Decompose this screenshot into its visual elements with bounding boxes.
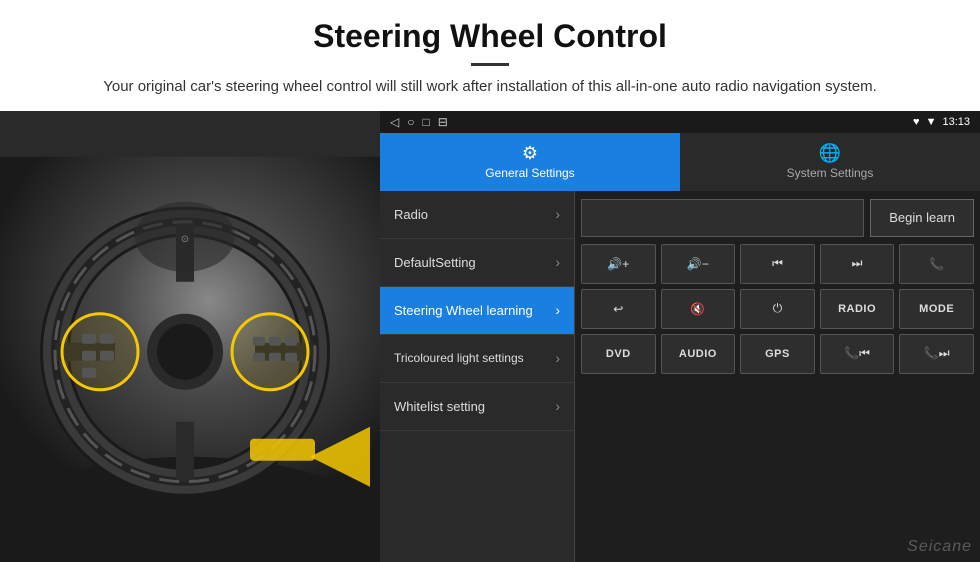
android-panel: ◁ ○ □ ⊟ ♥ ▼ 13:13 ⚙ General Settings (380, 111, 980, 562)
location-icon: ♥ (913, 116, 920, 128)
chevron-icon: › (555, 350, 560, 366)
status-bar-right: ♥ ▼ 13:13 (913, 116, 970, 128)
hang-up-icon: ↩ (613, 302, 623, 316)
menu-item-tricoloured[interactable]: Tricoloured light settings › (380, 335, 574, 383)
tab-system-settings[interactable]: 🌐 System Settings (680, 133, 980, 191)
phone-button[interactable]: 📞 (899, 244, 974, 284)
next-track-icon: ⏭ (852, 256, 863, 271)
prev-track-button[interactable]: ⏮ (740, 244, 815, 284)
page-container: Steering Wheel Control Your original car… (0, 0, 980, 562)
phone-prev-icon: 📞⏮ (844, 346, 870, 361)
dvd-label: DVD (606, 348, 631, 360)
volume-down-icon: 🔊− (687, 257, 709, 271)
phone-next-button[interactable]: 📞⏭ (899, 334, 974, 374)
controls-row-3: DVD AUDIO GPS 📞⏮ (581, 334, 974, 374)
tab-general-settings[interactable]: ⚙ General Settings (380, 133, 680, 191)
next-track-button[interactable]: ⏭ (820, 244, 895, 284)
volume-up-button[interactable]: 🔊+ (581, 244, 656, 284)
tab-general-label: General Settings (485, 166, 574, 180)
back-icon[interactable]: ◁ (390, 115, 399, 129)
svg-text:⊙: ⊙ (181, 233, 189, 244)
audio-button[interactable]: AUDIO (661, 334, 736, 374)
begin-learn-row: Begin learn (581, 197, 974, 239)
menu-item-default-setting[interactable]: DefaultSetting › (380, 239, 574, 287)
volume-up-icon: 🔊+ (607, 257, 629, 271)
gear-icon: ⚙ (522, 143, 538, 164)
mode-label: MODE (919, 303, 954, 315)
recents-icon[interactable]: □ (422, 115, 429, 129)
header-section: Steering Wheel Control Your original car… (0, 0, 980, 107)
radio-button[interactable]: RADIO (820, 289, 895, 329)
controls-row-2: ↩ 🔇 ⏻ RADIO MOD (581, 289, 974, 329)
chevron-icon: › (555, 254, 560, 270)
clock: 13:13 (942, 116, 970, 128)
phone-icon: 📞 (929, 257, 944, 271)
status-bar: ◁ ○ □ ⊟ ♥ ▼ 13:13 (380, 111, 980, 133)
mode-button[interactable]: MODE (899, 289, 974, 329)
menu-item-steering-wheel[interactable]: Steering Wheel learning › (380, 287, 574, 335)
settings-tabs: ⚙ General Settings 🌐 System Settings (380, 133, 980, 191)
page-title: Steering Wheel Control (60, 18, 920, 55)
begin-learn-button[interactable]: Begin learn (870, 199, 974, 237)
home-icon[interactable]: ○ (407, 115, 414, 129)
prev-track-icon: ⏮ (772, 256, 783, 271)
controls-row-1: 🔊+ 🔊− ⏮ ⏭ 📞 (581, 244, 974, 284)
menu-item-radio[interactable]: Radio › (380, 191, 574, 239)
phone-prev-button[interactable]: 📞⏮ (820, 334, 895, 374)
mute-icon: 🔇 (690, 302, 705, 316)
content-section: ⊙ ◁ ○ □ ⊟ ♥ ▼ 13:13 (0, 111, 980, 562)
tab-system-label: System Settings (787, 166, 874, 180)
radio-label: RADIO (838, 303, 876, 315)
gps-button[interactable]: GPS (740, 334, 815, 374)
hang-up-button[interactable]: ↩ (581, 289, 656, 329)
power-button[interactable]: ⏻ (740, 289, 815, 329)
power-icon: ⏻ (773, 301, 783, 316)
status-bar-left: ◁ ○ □ ⊟ (390, 115, 448, 129)
learn-input-field[interactable] (581, 199, 864, 237)
controls-area: Begin learn 🔊+ 🔊− (575, 191, 980, 562)
gps-label: GPS (765, 348, 790, 360)
phone-next-icon: 📞⏭ (924, 346, 950, 361)
chevron-icon: › (555, 302, 560, 318)
chevron-icon: › (555, 206, 560, 222)
dvd-button[interactable]: DVD (581, 334, 656, 374)
chevron-icon: › (555, 398, 560, 414)
volume-down-button[interactable]: 🔊− (661, 244, 736, 284)
audio-label: AUDIO (679, 348, 717, 360)
steering-wheel-panel: ⊙ (0, 111, 380, 562)
menu-controls-row: Radio › DefaultSetting › Steering Wheel … (380, 191, 980, 562)
title-divider (471, 63, 509, 66)
controls-grid: 🔊+ 🔊− ⏮ ⏭ 📞 (581, 244, 974, 374)
menu-list: Radio › DefaultSetting › Steering Wheel … (380, 191, 575, 562)
menu-icon[interactable]: ⊟ (438, 115, 448, 129)
mute-button[interactable]: 🔇 (661, 289, 736, 329)
signal-icon: ▼ (926, 116, 937, 128)
globe-icon: 🌐 (819, 143, 841, 164)
subtitle-text: Your original car's steering wheel contr… (60, 76, 920, 99)
menu-item-whitelist[interactable]: Whitelist setting › (380, 383, 574, 431)
